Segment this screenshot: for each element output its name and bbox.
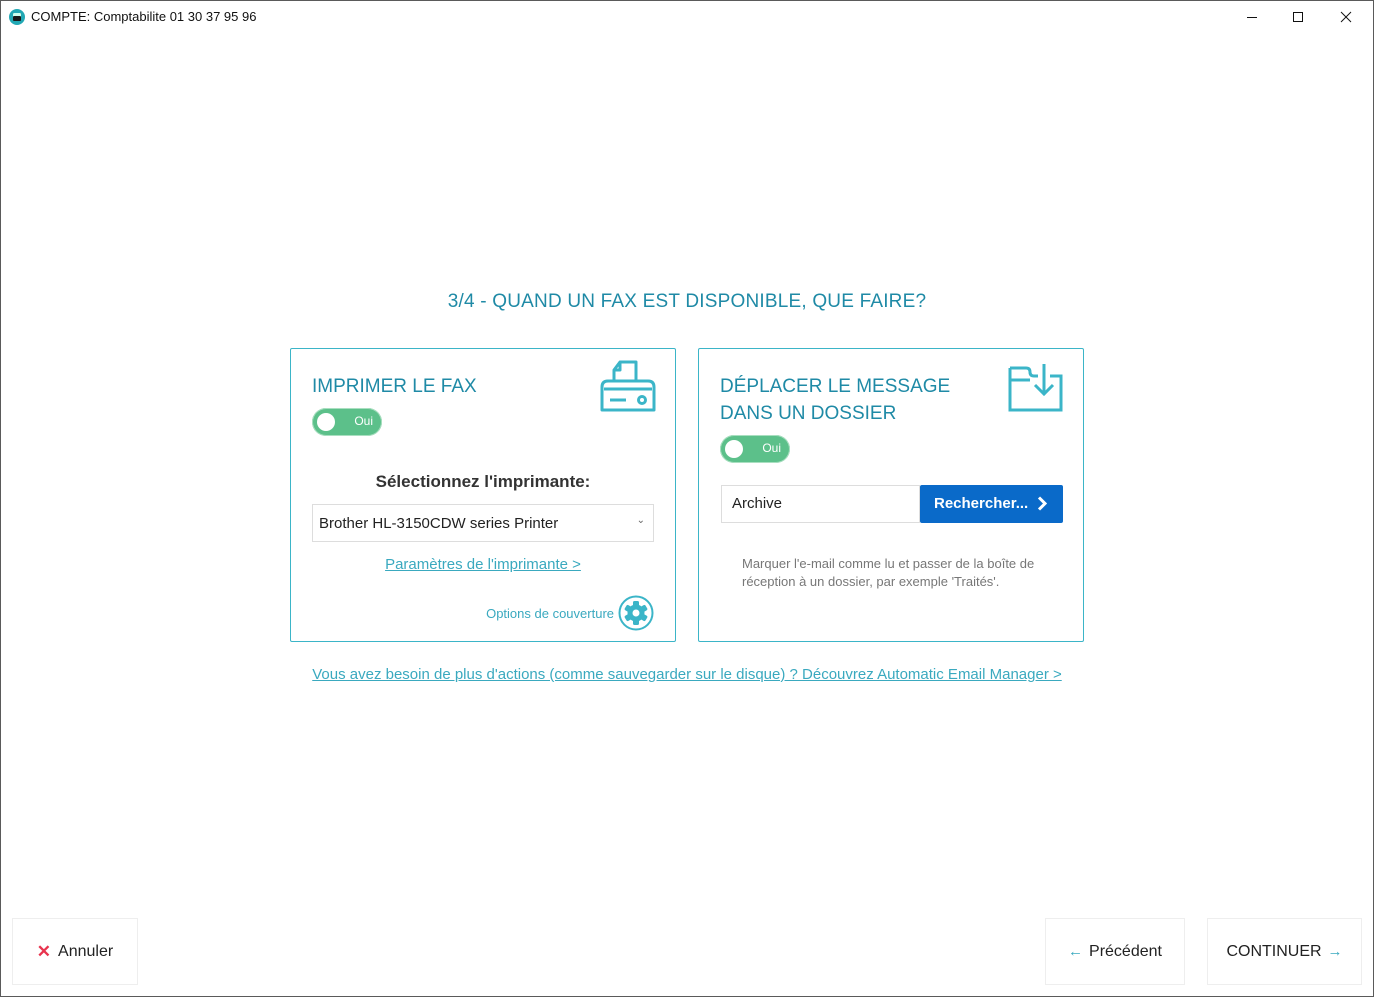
- automatic-email-manager-link[interactable]: Vous avez besoin de plus d'actions (comm…: [312, 666, 1062, 683]
- minimize-icon: [1247, 17, 1257, 18]
- close-icon: [1340, 11, 1352, 23]
- printer-icon: [600, 360, 656, 412]
- move-toggle[interactable]: Oui: [720, 435, 790, 463]
- continue-button[interactable]: CONTINUER →: [1207, 918, 1362, 985]
- window-frame: [0, 0, 1374, 997]
- chevron-right-icon: [1037, 496, 1047, 511]
- move-card-title: DÉPLACER LE MESSAGE DANS UN DOSSIER: [720, 376, 951, 424]
- cancel-button[interactable]: ✕ Annuler: [12, 918, 138, 985]
- previous-label: Précédent: [1089, 942, 1162, 960]
- printer-select[interactable]: Brother HL-3150CDW series Printer ⌄: [312, 504, 654, 542]
- folder-move-icon: [1008, 364, 1063, 412]
- print-card-title: IMPRIMER LE FAX: [312, 376, 477, 397]
- minimize-button[interactable]: [1229, 0, 1275, 34]
- browse-button[interactable]: Rechercher...: [920, 485, 1063, 523]
- toggle-label: Oui: [762, 441, 781, 455]
- move-help-text: Marquer l'e-mail comme lu et passer de l…: [742, 556, 1035, 589]
- step-title: 3/4 - QUAND UN FAX EST DISPONIBLE, QUE F…: [447, 291, 927, 312]
- previous-button[interactable]: ← Précédent: [1045, 918, 1185, 985]
- close-button[interactable]: [1323, 0, 1369, 34]
- gear-icon[interactable]: [618, 595, 654, 631]
- title-bar: COMPTE: Comptabilite 01 30 37 95 96: [0, 0, 1374, 34]
- printer-select-value: Brother HL-3150CDW series Printer: [319, 515, 559, 532]
- printer-settings-link[interactable]: Paramètres de l'imprimante >: [291, 556, 675, 573]
- arrow-right-icon: →: [1327, 943, 1343, 960]
- printer-select-label: Sélectionnez l'imprimante:: [375, 472, 591, 491]
- continue-label: CONTINUER: [1226, 942, 1322, 960]
- arrow-left-icon: ←: [1068, 943, 1084, 960]
- toggle-label: Oui: [354, 414, 373, 428]
- maximize-icon: [1293, 12, 1303, 22]
- browse-button-label: Rechercher...: [934, 495, 1029, 512]
- maximize-button[interactable]: [1275, 0, 1321, 34]
- folder-input[interactable]: Archive: [721, 485, 920, 523]
- move-message-card: DÉPLACER LE MESSAGE DANS UN DOSSIER Oui …: [698, 348, 1084, 642]
- toggle-knob: [317, 413, 335, 431]
- toggle-knob: [725, 440, 743, 458]
- print-toggle[interactable]: Oui: [312, 408, 382, 436]
- cover-options-link[interactable]: Options de couverture: [486, 606, 614, 621]
- print-fax-card: IMPRIMER LE FAX Oui Sélectionnez l'impri…: [290, 348, 676, 642]
- more-actions-row: Vous avez besoin de plus d'actions (comm…: [0, 666, 1374, 683]
- fax-app-icon: [9, 9, 25, 25]
- close-icon: ✕: [36, 941, 52, 961]
- window-title: COMPTE: Comptabilite 01 30 37 95 96: [31, 9, 257, 24]
- cancel-label: Annuler: [58, 942, 114, 960]
- chevron-down-icon: ⌄: [636, 515, 645, 526]
